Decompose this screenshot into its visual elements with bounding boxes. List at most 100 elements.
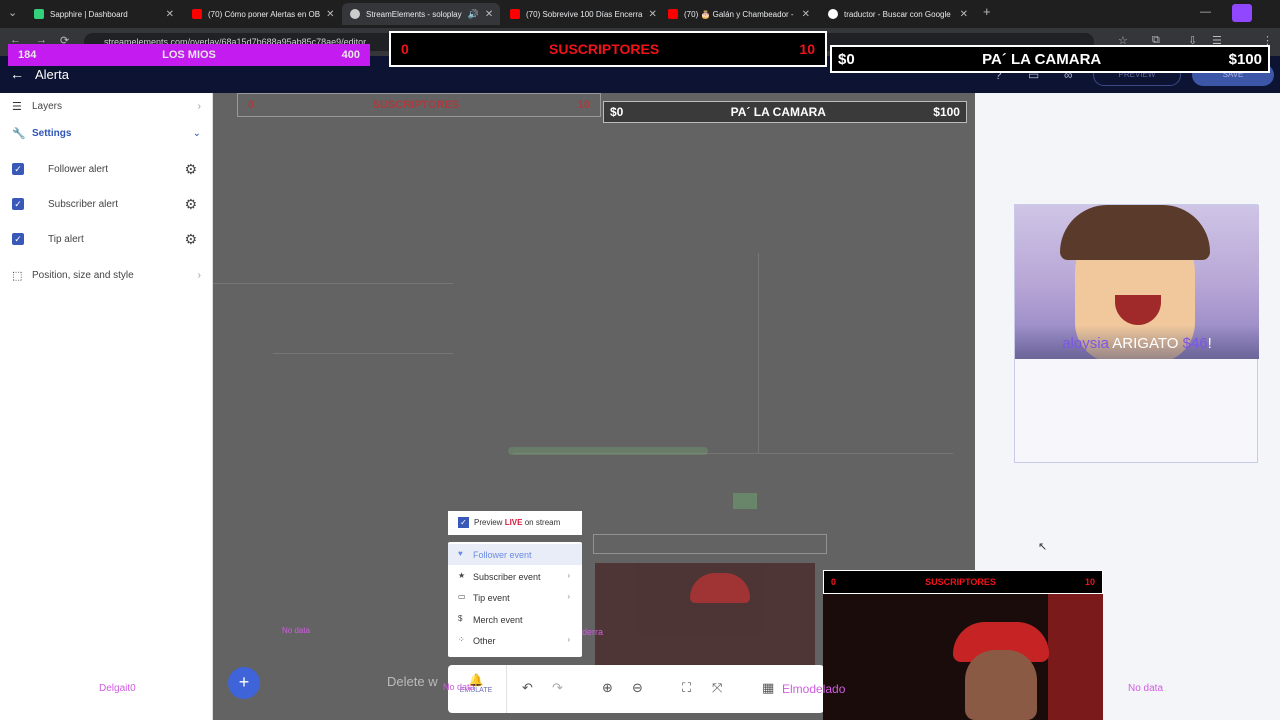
gear-icon[interactable]: ⚙ <box>184 161 197 178</box>
fullscreen-icon[interactable]: ⛶ <box>682 680 691 696</box>
tab-title: (70) Cómo poner Alertas en OB <box>208 9 321 19</box>
close-tab-icon[interactable]: ✕ <box>326 9 334 20</box>
youtube-favicon-icon <box>668 9 678 19</box>
goal-bar-left-text: 184 LOS MIOS 400 <box>8 44 370 66</box>
youtube-favicon-icon <box>510 9 520 19</box>
preview-live-bold: LIVE <box>504 518 523 527</box>
canvas-money-current: $0 <box>610 105 624 119</box>
menu-item-tip-event[interactable]: ▭ Tip event › <box>448 587 582 608</box>
back-arrow-icon[interactable]: ← <box>10 66 24 82</box>
money-goal-canvas-bar[interactable]: $0 PA´ LA CAMARA $100 <box>603 101 967 123</box>
close-tab-icon[interactable]: ✕ <box>960 9 968 20</box>
chevron-right-icon: › <box>197 269 201 281</box>
tab-list-icon[interactable]: ⌄ <box>8 6 17 19</box>
tab-title: Sapphire | Dashboard <box>50 9 128 19</box>
redo-icon[interactable]: ↷ <box>552 680 563 696</box>
preview-live-checkbox[interactable]: ✓ <box>458 517 469 528</box>
dollar-icon: $ <box>458 614 463 623</box>
gear-icon[interactable]: ⚙ <box>184 231 197 248</box>
alert-message: aloysia ARIGATO $46! <box>1015 335 1259 352</box>
position-size-style-row[interactable]: ⬚ Position, size and style › <box>0 262 213 288</box>
menu-item-other[interactable]: ⁘ Other › <box>448 630 582 651</box>
ghost-line <box>273 353 453 354</box>
close-tab-icon[interactable]: ✕ <box>166 9 174 20</box>
speaker-icon[interactable]: 🔊 <box>468 9 479 20</box>
webcam-sub-current: 0 <box>831 577 837 587</box>
fit-screen-icon[interactable]: ⤧ <box>712 680 722 696</box>
anime-hair-shape <box>1060 205 1210 260</box>
tab-title: (70) 🎂 Galán y Chambeador - <box>684 9 794 19</box>
tab-streamelements[interactable]: StreamElements - soloplay 🔊 ✕ <box>342 3 500 25</box>
left-goal-label: LOS MIOS <box>162 49 216 61</box>
subscriber-alert-label: Subscriber alert <box>48 198 119 210</box>
grid-icon[interactable]: ▦ <box>762 680 774 696</box>
overlay-name-mid: Elmodelado <box>782 682 846 696</box>
ghost-button <box>733 493 757 509</box>
money-goal-bar-top: $0 PA´ LA CAMARA $100 <box>830 45 1270 73</box>
follower-alert-checkbox[interactable]: ✓ <box>12 163 24 175</box>
tab-google[interactable]: traductor - Buscar con Google ✕ <box>820 3 976 25</box>
subscriber-alert-checkbox[interactable]: ✓ <box>12 198 24 210</box>
undo-icon[interactable]: ↶ <box>522 680 533 696</box>
close-tab-icon[interactable]: ✕ <box>485 9 493 20</box>
preview-live-text: Preview LIVE on stream <box>474 518 560 527</box>
dots-icon: ⁘ <box>458 635 465 644</box>
tab-youtube-alerts[interactable]: (70) Cómo poner Alertas en OB ✕ <box>184 3 340 25</box>
tab-youtube-sobrevive[interactable]: (70) Sobrevive 100 Días Encerra ✕ <box>502 3 658 25</box>
streamelements-favicon-icon <box>350 9 360 19</box>
money-goal-target: $100 <box>1228 50 1262 68</box>
ghost-line <box>213 283 453 284</box>
preview-live-toggle[interactable]: ✓ Preview LIVE on stream <box>448 511 582 535</box>
menu-item-subscriber-event[interactable]: ★ Subscriber event › <box>448 566 582 587</box>
menu-item-label: Subscriber event <box>473 572 541 582</box>
browser-tab-strip: ⌄ Sapphire | Dashboard ✕ (70) Cómo poner… <box>0 0 1280 28</box>
menu-item-label: Follower event <box>473 550 532 560</box>
zoom-out-icon[interactable]: ⊖ <box>632 680 643 696</box>
nodata-label-mid: No data <box>443 682 475 692</box>
red-curtain-shape <box>1048 594 1103 720</box>
canvas-money-label: PA´ LA CAMARA <box>730 105 826 119</box>
gear-icon[interactable]: ⚙ <box>184 196 197 213</box>
shower-cap-shape <box>690 573 750 603</box>
close-tab-icon[interactable]: ✕ <box>802 9 810 20</box>
menu-item-label: Other <box>473 636 496 646</box>
subscriber-goal-bar-top: 0 SUSCRIPTORES 10 <box>389 31 827 67</box>
layers-label: Layers <box>32 100 63 112</box>
nodata-label-right: No data <box>1128 683 1164 694</box>
tab-title: StreamElements - soloplay <box>366 9 462 19</box>
subscriber-alert-row[interactable]: ✓ Subscriber alert ⚙ <box>0 191 213 217</box>
emulate-event-menu: ♥ Follower event ★ Subscriber event › ▭ … <box>448 542 582 657</box>
preview-live-prefix: Preview <box>474 518 503 527</box>
kick-favicon-icon <box>34 9 44 19</box>
google-favicon-icon <box>828 9 838 19</box>
minimize-icon[interactable]: — <box>1200 6 1211 18</box>
subscriber-goal-ghost: 0 SUSCRIPTORES 10 <box>237 93 601 117</box>
ghost-bar <box>508 447 708 455</box>
add-widget-button[interactable]: + <box>228 667 260 699</box>
webcam-sub-target: 10 <box>1084 577 1095 587</box>
tab-youtube-galan[interactable]: (70) 🎂 Galán y Chambeador - ✕ <box>660 3 818 25</box>
alert-text: ARIGATO <box>1112 335 1179 352</box>
card-icon: ▭ <box>458 592 466 601</box>
money-goal-label: PA´ LA CAMARA <box>982 50 1102 68</box>
tab-sapphire[interactable]: Sapphire | Dashboard ✕ <box>26 3 182 25</box>
position-label: Position, size and style <box>32 269 134 281</box>
preview-live-suffix: on stream <box>524 518 561 527</box>
settings-sidebar: ☰ Layers › 🔧 Settings ⌄ ✓ Follower alert… <box>0 93 213 720</box>
layers-icon: ☰ <box>12 100 22 113</box>
alert-bang: ! <box>1207 335 1212 352</box>
follower-alert-row[interactable]: ✓ Follower alert ⚙ <box>0 156 213 182</box>
sub-goal-label: SUSCRIPTORES <box>549 41 660 57</box>
new-tab-icon[interactable]: + <box>983 4 991 19</box>
menu-item-follower-event[interactable]: ♥ Follower event <box>448 544 582 565</box>
settings-row[interactable]: 🔧 Settings ⌄ <box>0 120 213 146</box>
settings-label: Settings <box>32 127 72 139</box>
tip-alert-row[interactable]: ✓ Tip alert ⚙ <box>0 226 213 252</box>
menu-item-merch-event[interactable]: $ Merch event <box>448 609 582 630</box>
layers-row[interactable]: ☰ Layers › <box>0 93 213 119</box>
tip-alert-checkbox[interactable]: ✓ <box>12 233 24 245</box>
close-tab-icon[interactable]: ✕ <box>649 9 657 20</box>
subscriber-goal-ghost-small <box>593 534 827 554</box>
alert-preview-card: aloysia ARIGATO $46! <box>1014 204 1259 463</box>
zoom-in-icon[interactable]: ⊕ <box>602 680 613 696</box>
